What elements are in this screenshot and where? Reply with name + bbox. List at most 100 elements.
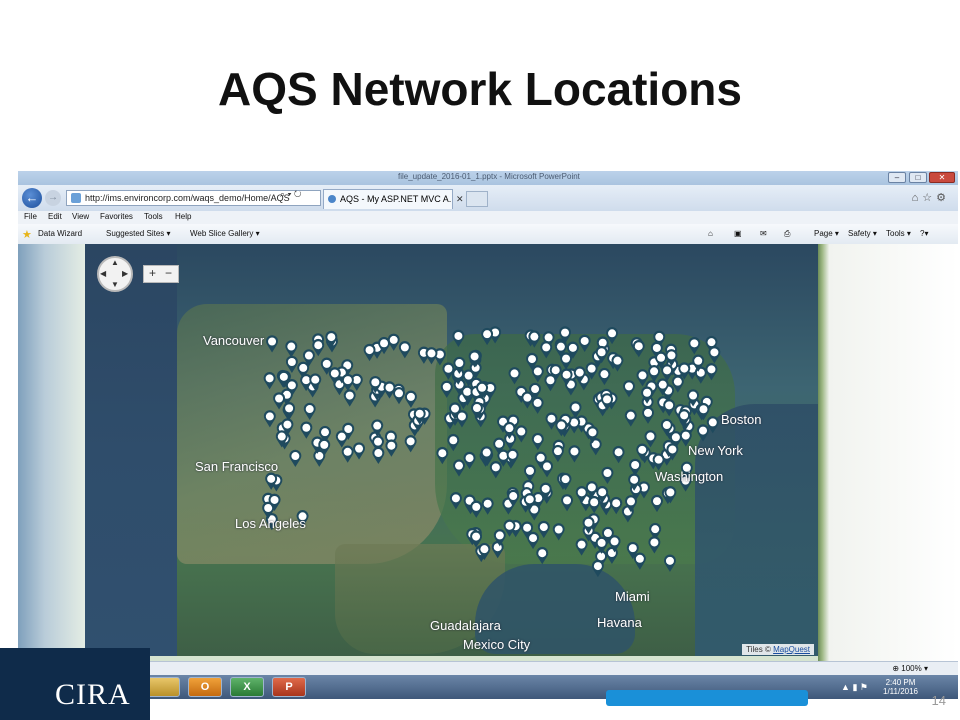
station-pin[interactable] (644, 430, 657, 448)
menu-edit[interactable]: Edit (48, 212, 62, 221)
station-pin[interactable] (697, 402, 710, 421)
station-pin[interactable] (544, 373, 557, 392)
station-pin[interactable] (489, 460, 502, 479)
station-pin[interactable] (425, 347, 438, 365)
station-pin[interactable] (622, 380, 635, 398)
station-pin[interactable] (629, 458, 642, 477)
fav-suggested-sites[interactable]: Suggested Sites ▾ (106, 229, 171, 238)
menu-tools[interactable]: Tools (144, 212, 163, 221)
station-pin[interactable] (531, 365, 544, 383)
taskbar-powerpoint-icon[interactable]: P (272, 677, 306, 697)
station-pin[interactable] (648, 364, 661, 383)
menu-favorites[interactable]: Favorites (100, 212, 133, 221)
station-pin[interactable] (515, 425, 528, 443)
station-pin[interactable] (591, 559, 604, 578)
station-pin[interactable] (705, 363, 718, 381)
station-pin[interactable] (523, 464, 536, 482)
station-pin[interactable] (663, 399, 676, 417)
gear-icon[interactable]: ⚙ (936, 192, 950, 204)
station-pin[interactable] (285, 355, 298, 374)
home-icon[interactable]: ⌂ (708, 229, 713, 238)
station-pin[interactable] (452, 329, 465, 347)
minimize-button[interactable]: – (888, 172, 906, 183)
new-tab-button[interactable] (466, 191, 488, 207)
station-pin[interactable] (303, 402, 316, 421)
forward-button[interactable]: → (45, 190, 61, 206)
dropdown-icon[interactable]: ▾ (288, 189, 292, 199)
station-pin[interactable] (536, 546, 549, 565)
station-pin[interactable] (560, 352, 573, 370)
station-pin[interactable] (561, 494, 574, 512)
station-pin[interactable] (440, 380, 453, 398)
feeds-icon[interactable]: ▣ (734, 229, 742, 238)
fav-data-wizard[interactable]: Data Wizard (38, 229, 82, 238)
menu-file[interactable]: File (24, 212, 37, 221)
tray-clock[interactable]: 2:40 PM 1/11/2016 (883, 678, 918, 696)
maximize-button[interactable]: □ (909, 172, 927, 183)
tab-aqs[interactable]: AQS - My ASP.NET MVC A... (323, 189, 453, 209)
show-hidden-icon[interactable]: ▲ (841, 682, 850, 692)
help-icon[interactable]: ?▾ (920, 229, 928, 238)
safety-menu[interactable]: Safety ▾ (848, 229, 877, 238)
station-pin[interactable] (455, 410, 468, 428)
station-pin[interactable] (611, 354, 624, 372)
back-button[interactable]: ← (22, 188, 42, 208)
zoom-level[interactable]: ⊕ 100% ▾ (892, 664, 928, 673)
station-pin[interactable] (688, 336, 701, 355)
station-pin[interactable] (343, 389, 356, 407)
mapquest-link[interactable]: MapQuest (773, 645, 810, 654)
station-pin[interactable] (353, 442, 366, 460)
station-pin[interactable] (463, 451, 476, 470)
refresh-icon[interactable]: ↻ (294, 189, 302, 199)
station-pin[interactable] (289, 449, 302, 468)
station-pin[interactable] (398, 341, 411, 359)
station-pin[interactable] (537, 520, 550, 539)
station-pin[interactable] (341, 445, 354, 463)
station-pin[interactable] (372, 446, 385, 465)
favorites-star-icon[interactable]: ★ (22, 228, 32, 241)
station-pin[interactable] (263, 410, 276, 428)
station-pin[interactable] (610, 496, 623, 515)
station-pin[interactable] (624, 409, 637, 427)
page-menu[interactable]: Page ▾ (814, 229, 839, 238)
station-pin[interactable] (601, 466, 614, 485)
station-pin[interactable] (663, 554, 676, 572)
station-pin[interactable] (545, 412, 558, 430)
network-icon[interactable]: ▮ (852, 682, 857, 692)
print-icon[interactable]: ⎙ (784, 229, 790, 239)
station-pin[interactable] (491, 540, 504, 559)
station-pin[interactable] (508, 367, 521, 385)
station-pin[interactable] (404, 435, 417, 453)
station-pin[interactable] (632, 339, 645, 358)
favorites-star-icon[interactable]: ☆ (922, 192, 936, 204)
station-pin[interactable] (552, 523, 565, 541)
station-pin[interactable] (575, 538, 588, 556)
mail-icon[interactable]: ✉ (760, 229, 767, 238)
station-pin[interactable] (578, 334, 591, 352)
station-pin[interactable] (470, 500, 483, 518)
station-pin[interactable] (449, 492, 462, 510)
station-pin[interactable] (300, 421, 313, 439)
station-pin[interactable] (363, 343, 376, 362)
station-pin[interactable] (436, 446, 449, 465)
taskbar-explorer-icon[interactable] (146, 677, 180, 697)
menu-view[interactable]: View (72, 212, 89, 221)
close-window-button[interactable]: ✕ (929, 172, 955, 183)
station-pin[interactable] (453, 459, 466, 477)
station-pin[interactable] (551, 444, 564, 463)
menu-help[interactable]: Help (175, 212, 191, 221)
flag-icon[interactable]: ⚑ (860, 682, 868, 692)
taskbar-excel-icon[interactable]: X (230, 677, 264, 697)
station-pin[interactable] (527, 531, 540, 550)
station-pin[interactable] (341, 373, 354, 392)
station-pin[interactable] (648, 536, 661, 554)
station-pin[interactable] (642, 406, 655, 424)
station-pin[interactable] (650, 494, 663, 513)
station-pin[interactable] (708, 346, 721, 364)
station-pin[interactable] (404, 390, 417, 408)
search-icon[interactable]: ⌕ (280, 189, 285, 199)
station-pin[interactable] (335, 430, 348, 448)
station-pin[interactable] (285, 340, 298, 358)
station-pin[interactable] (383, 381, 396, 399)
tab-close-icon[interactable]: ✕ (456, 194, 464, 205)
